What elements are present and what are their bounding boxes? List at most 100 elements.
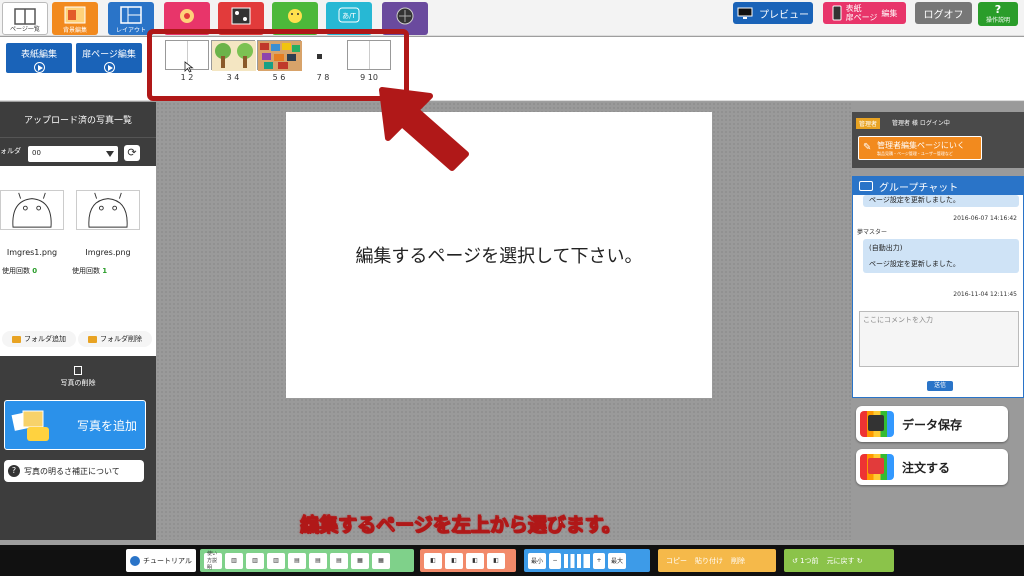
chat-bubble-icon: [859, 181, 873, 191]
help-button[interactable]: ? 操作説明: [978, 2, 1018, 26]
totoro-sketch-image: [12, 192, 52, 228]
text-tab-glyph: あ/T: [342, 12, 356, 20]
preview-button[interactable]: プレビュー: [733, 2, 813, 24]
layer-backward-icon[interactable]: ◧: [466, 552, 484, 569]
phone-icon: [832, 5, 842, 21]
align-top-icon[interactable]: ▤: [288, 552, 306, 569]
folder-label: ォルダ: [0, 147, 21, 155]
edit-canvas: 編集するページを選択して下さい。: [156, 102, 852, 540]
door-page-video-button[interactable]: 扉ページ編集: [76, 43, 142, 73]
stamp-icon: [180, 9, 194, 23]
zoom-min-button[interactable]: 最小: [528, 552, 546, 569]
tab-layout[interactable]: レイアウト: [108, 2, 154, 35]
folder-add-icon: [12, 335, 21, 343]
delete-folder-button[interactable]: フォルダ削除: [78, 331, 152, 347]
layer-tools: ◧ ◧ ◧ ◧: [420, 549, 516, 572]
zoom-out-icon[interactable]: −: [549, 552, 561, 569]
pointer-arrow-icon: [379, 87, 469, 171]
add-photo-button[interactable]: 写真を追加: [4, 400, 146, 450]
photos-icon: [11, 410, 49, 441]
layer-back-icon[interactable]: ◧: [487, 552, 505, 569]
delete-photo-button[interactable]: 写真の削除: [0, 362, 156, 396]
admin-edit-button[interactable]: ✎ 管理者編集ページにいく 製品見積・ページ管理・ユーザー管理など: [858, 136, 982, 160]
photo-grid: Imgres1.png 使用回数 0 Imgres.png 使用回数 1: [0, 166, 156, 356]
zoom-tools: 最小 − + 最大: [524, 549, 650, 572]
zoom-in-icon[interactable]: +: [593, 552, 605, 569]
zoom-max-button[interactable]: 最大: [608, 552, 626, 569]
folder-value: 00: [32, 149, 41, 157]
distribute-h-icon[interactable]: ▦: [351, 552, 369, 569]
use-count: 使用回数 1: [72, 267, 108, 275]
illustration-icon: [288, 9, 302, 23]
bottom-toolbar: チュートリアル 使い方説明 ▥ ▥ ▥ ▤ ▤ ▤ ▦ ▦ ◧ ◧ ◧ ◧ 最小…: [0, 545, 1024, 576]
tab-label: ページ一覧: [10, 26, 40, 33]
chat-message: ページ設定を更新しました。: [863, 195, 1019, 207]
edit-page[interactable]: 編集するページを選択して下さい。: [286, 112, 712, 398]
chat-time: 2016-11-04 12:11:45: [953, 291, 1017, 298]
history-tools: ↺ 1つ前 元に戻す ↻: [784, 549, 894, 572]
usage-button[interactable]: 使い方説明: [204, 551, 222, 571]
brightness-help-button[interactable]: ? 写真の明るさ補正について: [4, 460, 144, 482]
floppy-icon: [860, 411, 894, 437]
tutorial-button[interactable]: チュートリアル: [126, 549, 196, 572]
chat-header: グループチャット: [853, 177, 1023, 195]
cover-edit-button[interactable]: 表紙 扉ページ 編集: [823, 2, 906, 24]
cover-label-2: 扉ページ: [845, 13, 878, 22]
group-chat: グループチャット ページ設定を更新しました。 2016-06-07 14:16:…: [852, 176, 1024, 398]
layer-front-icon[interactable]: ◧: [424, 552, 442, 569]
tutorial-icon: [130, 555, 140, 566]
undo-button[interactable]: ↺ 1つ前: [788, 556, 823, 566]
photo-library-title: アップロード済の写真一覧: [0, 102, 156, 138]
grid-circle-icon: [396, 7, 414, 25]
align-right-icon[interactable]: ▥: [267, 552, 285, 569]
cover-edit-video-button[interactable]: 表紙編集: [6, 43, 72, 73]
align-tools: 使い方説明 ▥ ▥ ▥ ▤ ▤ ▤ ▦ ▦: [200, 549, 414, 572]
folder-select[interactable]: 00: [28, 146, 118, 162]
align-bottom-icon[interactable]: ▤: [330, 552, 348, 569]
zoom-level-icon: [564, 553, 590, 568]
monitor-icon: [737, 7, 753, 19]
cart-icon: [860, 454, 894, 480]
preview-label: プレビュー: [759, 9, 809, 21]
tab-page-list[interactable]: ページ一覧: [2, 2, 48, 35]
logoff-label: ログオフ: [923, 9, 964, 21]
chat-comment-input[interactable]: ここにコメントを入力: [859, 311, 1019, 367]
cover-label-1: 表紙: [845, 4, 862, 13]
logoff-button[interactable]: ログオフ: [915, 2, 972, 24]
admin-status: 管理者 様 ログイン中: [892, 120, 950, 127]
photo-item-imgres1[interactable]: [0, 190, 64, 230]
frame-icon: [231, 7, 251, 25]
tab-label: 背景編集: [62, 27, 87, 34]
layer-forward-icon[interactable]: ◧: [445, 552, 463, 569]
layout-icon: [120, 6, 142, 24]
chat-user: 夢マスター: [857, 229, 888, 236]
refresh-icon[interactable]: ⟳: [124, 145, 140, 161]
add-folder-button[interactable]: フォルダ追加: [2, 331, 76, 347]
copy-button[interactable]: コピー: [662, 556, 691, 566]
wrench-icon: ✎: [863, 142, 872, 153]
photo-library-panel: アップロード済の写真一覧 ォルダ 00 ⟳ Imgres1.png 使用回数 0…: [0, 102, 156, 540]
order-button[interactable]: 注文する: [856, 449, 1008, 485]
delete-button[interactable]: 削除: [727, 556, 749, 566]
text-icon: あ/T: [338, 7, 360, 23]
align-center-icon[interactable]: ▥: [246, 552, 264, 569]
redo-button[interactable]: 元に戻す ↻: [823, 556, 867, 566]
background-icon: [64, 6, 86, 24]
question-icon: ?: [8, 465, 20, 477]
align-middle-icon[interactable]: ▤: [309, 552, 327, 569]
cover-edit-label: 表紙編集: [20, 50, 57, 60]
select-page-message: 編集するページを選択して下さい。: [355, 246, 643, 267]
distribute-v-icon[interactable]: ▦: [372, 552, 390, 569]
photo-item-imgres[interactable]: [76, 190, 140, 230]
save-data-button[interactable]: データ保存: [856, 406, 1008, 442]
paste-button[interactable]: 貼り付け: [691, 556, 727, 566]
tab-background[interactable]: 背景編集: [52, 2, 98, 35]
door-edit-label: 扉ページ編集: [82, 50, 136, 60]
photo-name: Imgres.png: [85, 248, 131, 257]
send-button[interactable]: 送信: [927, 381, 953, 391]
admin-tag: 管理者: [856, 118, 881, 129]
chat-message: (自動出力) ページ設定を更新しました。: [863, 239, 1019, 273]
align-left-icon[interactable]: ▥: [225, 552, 243, 569]
help-label: 操作説明: [985, 17, 1010, 24]
admin-box: 管理者 管理者 様 ログイン中 ✎ 管理者編集ページにいく 製品見積・ページ管理…: [852, 112, 1024, 168]
